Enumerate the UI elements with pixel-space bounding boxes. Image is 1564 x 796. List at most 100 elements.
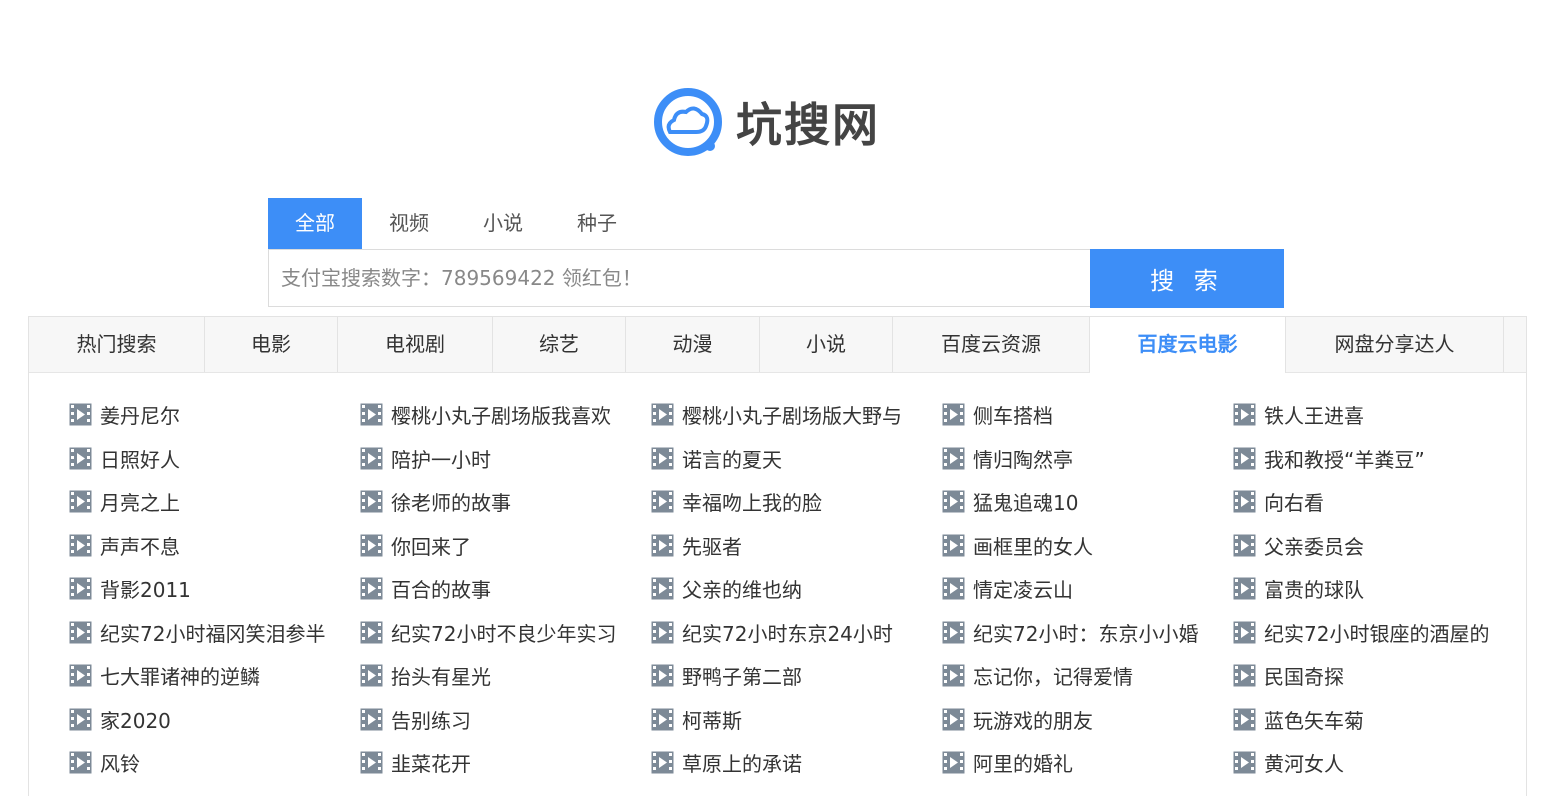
movie-link[interactable]: 纪实72小时福冈笑泪参半 xyxy=(69,611,360,655)
video-play-icon xyxy=(69,577,92,600)
movie-title: 风铃 xyxy=(100,752,140,777)
movie-link[interactable]: 野鸭子第二部 xyxy=(651,654,942,698)
movie-link[interactable]: 画框里的女人 xyxy=(942,524,1233,568)
search-tab-all[interactable]: 全部 xyxy=(268,198,362,249)
video-play-icon xyxy=(942,751,965,774)
movie-link[interactable]: 猛鬼追魂10 xyxy=(942,480,1233,524)
movie-link[interactable]: 柯蒂斯 xyxy=(651,698,942,742)
movie-link[interactable]: 背影2011 xyxy=(69,567,360,611)
movie-title: 猛鬼追魂10 xyxy=(973,491,1079,516)
movie-link[interactable]: 玩游戏的朋友 xyxy=(942,698,1233,742)
tab-novels[interactable]: 小说 xyxy=(760,317,893,372)
movie-row: 日照好人 陪护一小时 诺言的夏天 情归陶然亭 我和教授“羊粪豆” xyxy=(69,437,1529,481)
video-play-icon xyxy=(942,664,965,687)
movie-link[interactable]: 七大罪诸神的逆鳞 xyxy=(69,654,360,698)
movie-link[interactable]: 侧车搭档 xyxy=(942,393,1233,437)
movie-title: 姜丹尼尔 xyxy=(100,404,180,429)
movie-link[interactable]: 告别练习 xyxy=(360,698,651,742)
movie-title: 家2020 xyxy=(100,708,171,733)
cloud-logo-icon xyxy=(654,88,722,156)
movie-link[interactable]: 纪实72小时银座的酒屋的 xyxy=(1233,611,1524,655)
movie-link[interactable]: 情归陶然亭 xyxy=(942,437,1233,481)
movie-row: 家2020 告别练习 柯蒂斯 玩游戏的朋友 蓝色矢车菊 xyxy=(69,698,1529,742)
movie-link[interactable]: 月亮之上 xyxy=(69,480,360,524)
video-play-icon xyxy=(942,534,965,557)
movie-title: 黄河女人 xyxy=(1264,752,1344,777)
movie-link[interactable]: 樱桃小丸子剧场版我喜欢 xyxy=(360,393,651,437)
search-tab-novel[interactable]: 小说 xyxy=(456,198,550,249)
movie-link[interactable]: 陪护一小时 xyxy=(360,437,651,481)
movie-link[interactable]: 父亲的维也纳 xyxy=(651,567,942,611)
movie-link[interactable]: 日照好人 xyxy=(69,437,360,481)
tab-anime[interactable]: 动漫 xyxy=(626,317,760,372)
movie-link[interactable]: 家2020 xyxy=(69,698,360,742)
video-play-icon xyxy=(69,447,92,470)
movie-title: 侧车搭档 xyxy=(973,404,1053,429)
movie-link[interactable]: 父亲委员会 xyxy=(1233,524,1524,568)
movie-link[interactable]: 纪实72小时：东京小小婚 xyxy=(942,611,1233,655)
movie-link[interactable]: 情定凌云山 xyxy=(942,567,1233,611)
movie-title: 铁人王进喜 xyxy=(1264,404,1364,429)
movie-title: 父亲的维也纳 xyxy=(682,578,802,603)
movie-title: 徐老师的故事 xyxy=(391,491,511,516)
video-play-icon xyxy=(942,621,965,644)
movie-link[interactable]: 蓝色矢车菊 xyxy=(1233,698,1524,742)
movie-link[interactable]: 纪实72小时东京24小时 xyxy=(651,611,942,655)
video-play-icon xyxy=(651,447,674,470)
movie-link[interactable]: 你回来了 xyxy=(360,524,651,568)
search-button[interactable]: 搜 索 xyxy=(1090,249,1284,308)
movie-link[interactable]: 幸福吻上我的脸 xyxy=(651,480,942,524)
movie-link[interactable]: 纪实72小时不良少年实习 xyxy=(360,611,651,655)
search-input[interactable] xyxy=(268,249,1090,307)
movie-title: 父亲委员会 xyxy=(1264,534,1364,559)
movie-title: 幸福吻上我的脸 xyxy=(682,491,822,516)
movie-title: 草原上的承诺 xyxy=(682,752,802,777)
movie-link[interactable]: 风铃 xyxy=(69,741,360,785)
movie-row: 月亮之上 徐老师的故事 幸福吻上我的脸 猛鬼追魂10 向右看 xyxy=(69,480,1529,524)
category-tabs: 热门搜索 电影 电视剧 综艺 动漫 小说 百度云资源 百度云电影 网盘分享达人 xyxy=(29,317,1526,373)
movie-link[interactable]: 富贵的球队 xyxy=(1233,567,1524,611)
movie-title: 情归陶然亭 xyxy=(973,447,1073,472)
video-play-icon xyxy=(69,621,92,644)
movie-link[interactable]: 我和教授“羊粪豆” xyxy=(1233,437,1524,481)
site-logo[interactable]: 坑搜网 xyxy=(652,86,880,158)
movie-link[interactable]: 徐老师的故事 xyxy=(360,480,651,524)
video-play-icon xyxy=(651,534,674,557)
movie-link[interactable]: 向右看 xyxy=(1233,480,1524,524)
video-play-icon xyxy=(942,403,965,426)
video-play-icon xyxy=(651,577,674,600)
movie-link[interactable]: 姜丹尼尔 xyxy=(69,393,360,437)
movie-link[interactable]: 百合的故事 xyxy=(360,567,651,611)
movie-link[interactable]: 铁人王进喜 xyxy=(1233,393,1524,437)
movie-link[interactable]: 忘记你，记得爱情 xyxy=(942,654,1233,698)
tab-tv-series[interactable]: 电视剧 xyxy=(338,317,493,372)
video-play-icon xyxy=(1233,490,1256,513)
video-play-icon xyxy=(360,621,383,644)
video-play-icon xyxy=(1233,621,1256,644)
movie-title: 柯蒂斯 xyxy=(682,708,742,733)
movie-link[interactable]: 先驱者 xyxy=(651,524,942,568)
tab-variety[interactable]: 综艺 xyxy=(493,317,626,372)
search-tab-torrent[interactable]: 种子 xyxy=(550,198,644,249)
tab-baidu-cloud-resources[interactable]: 百度云资源 xyxy=(893,317,1090,372)
movie-link[interactable]: 樱桃小丸子剧场版大野与 xyxy=(651,393,942,437)
video-play-icon xyxy=(651,708,674,731)
video-play-icon xyxy=(69,664,92,687)
movie-link[interactable]: 民国奇探 xyxy=(1233,654,1524,698)
movie-title: 陪护一小时 xyxy=(391,447,491,472)
movie-link[interactable]: 黄河女人 xyxy=(1233,741,1524,785)
movie-link[interactable]: 抬头有星光 xyxy=(360,654,651,698)
tab-baidu-cloud-movies[interactable]: 百度云电影 xyxy=(1090,317,1286,373)
search-type-tabs: 全部 视频 小说 种子 xyxy=(268,198,644,249)
tab-hot-search[interactable]: 热门搜索 xyxy=(29,317,205,372)
movie-link[interactable]: 阿里的婚礼 xyxy=(942,741,1233,785)
movie-link[interactable]: 声声不息 xyxy=(69,524,360,568)
movie-link[interactable]: 诺言的夏天 xyxy=(651,437,942,481)
movie-link[interactable]: 韭菜花开 xyxy=(360,741,651,785)
tab-netdisk-sharers[interactable]: 网盘分享达人 xyxy=(1286,317,1504,372)
tab-movies[interactable]: 电影 xyxy=(205,317,338,372)
movie-title: 樱桃小丸子剧场版我喜欢 xyxy=(391,404,611,429)
movie-title: 先驱者 xyxy=(682,534,742,559)
search-tab-video[interactable]: 视频 xyxy=(362,198,456,249)
movie-link[interactable]: 草原上的承诺 xyxy=(651,741,942,785)
